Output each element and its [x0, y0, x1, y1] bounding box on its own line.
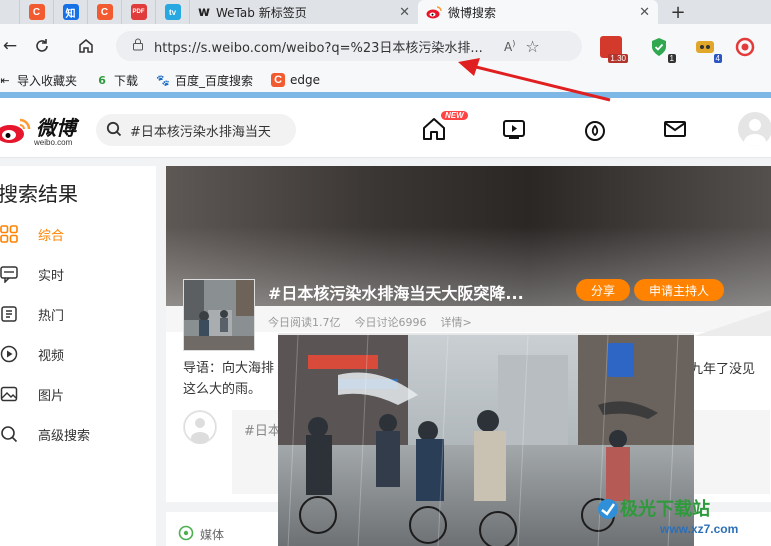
topic-intro: 导语：向大海排 这么大的雨。 [183, 358, 283, 400]
tab-bilibili[interactable]: tv [156, 0, 190, 24]
grid-icon [0, 225, 18, 243]
sidebar-title: 搜索结果 [0, 182, 78, 206]
compose-prefill: #日本 [244, 424, 281, 439]
search-icon [1, 426, 18, 443]
sidebar-item-comprehensive[interactable]: 综合 [0, 222, 64, 246]
intro-line-1: 导语：向大海排 [183, 361, 275, 376]
sidebar-item-advanced-search[interactable]: 高级搜索 [0, 422, 90, 446]
search-icon[interactable] [106, 121, 122, 140]
favorite-star-icon[interactable]: ☆ [525, 37, 539, 56]
address-url[interactable]: https://s.weibo.com/weibo?q=%23日本核污染水排..… [154, 37, 494, 56]
media-label: 媒体 [200, 528, 225, 542]
home-nav-icon[interactable] [421, 116, 447, 142]
image-icon [0, 386, 18, 402]
bookmarks-bar: ⇤ 导入收藏夹 6 下载 🐾 百度_百度搜索 C edge [0, 68, 771, 92]
weibo-logo-icon [426, 5, 442, 19]
bookmark-import[interactable]: ⇤ 导入收藏夹 [0, 72, 77, 89]
chat-icon [0, 266, 18, 283]
tab-pdf[interactable]: PDF [122, 0, 156, 24]
weibo-eye-logo-icon [0, 118, 31, 143]
topic-stats: 今日阅读1.7亿 今日讨论6996 详情> [268, 314, 472, 330]
hot-icon [1, 306, 17, 322]
zhihu-logo-icon: 知 [62, 4, 79, 20]
bookmark-edge[interactable]: C edge [271, 73, 320, 87]
tab-title: WeTab 新标签页 [216, 5, 307, 20]
extension-1-icon[interactable]: 1.30 [600, 36, 628, 63]
search-box[interactable] [96, 114, 296, 146]
topic-thumbnail[interactable] [183, 279, 255, 351]
home-icon[interactable] [64, 24, 108, 68]
new-badge: NEW [441, 111, 468, 120]
apply-host-button[interactable]: 申请主持人 [634, 279, 724, 301]
browser-tab-strip: C 知 C PDF tv ᴡ WeTab 新标签页 ✕ 微博搜索 ✕ + [0, 0, 771, 24]
extension-shield-icon[interactable]: 1 [648, 36, 676, 63]
c-logo-icon: C [271, 73, 286, 87]
tab-zhihu[interactable]: 知 [54, 0, 88, 24]
sidebar-item-hot[interactable]: 热门 [0, 302, 64, 326]
watermark-logo-icon [596, 497, 620, 524]
bookmark-baidu[interactable]: 🐾 百度_百度搜索 [156, 72, 253, 89]
share-button[interactable]: 分享 [576, 279, 630, 301]
address-bar[interactable]: https://s.weibo.com/weibo?q=%23日本核污染水排..… [116, 31, 582, 61]
message-nav-icon[interactable] [662, 116, 688, 142]
read-stat: 今日阅读1.7亿 [268, 316, 341, 329]
watermark-url: www.xz7.com [660, 522, 739, 536]
sidebar-item-realtime[interactable]: 实时 [0, 262, 64, 286]
c-logo-icon: C [28, 4, 45, 20]
tab-weibo-search[interactable]: 微博搜索 ✕ [418, 0, 658, 24]
pinned-tab-left-edge[interactable] [0, 0, 20, 24]
download-site-icon: 6 [98, 73, 106, 87]
watermark-text: 极光下载站 [620, 499, 710, 520]
detail-link[interactable]: 详情> [441, 314, 472, 330]
extension-tampermonkey-icon[interactable]: 4 [694, 36, 722, 63]
tab-c-1[interactable]: C [20, 0, 54, 24]
read-aloud-icon[interactable]: A) [504, 39, 515, 54]
topic-title[interactable]: #日本核污染水排海当天大阪突降... [268, 280, 524, 304]
pdf-icon: PDF [130, 4, 147, 20]
sidebar-item-image[interactable]: 图片 [0, 382, 64, 406]
extension-target-icon[interactable] [734, 36, 756, 58]
bookmark-download[interactable]: 6 下载 [95, 72, 138, 89]
tab-title: 微博搜索 [448, 5, 497, 20]
c-logo-icon: C [96, 4, 113, 20]
wetab-logo-icon: ᴡ [198, 4, 211, 20]
intro-line-tail: 九年了没见 [690, 362, 756, 377]
sidebar-item-video[interactable]: 视频 [0, 342, 64, 366]
weibo-logo[interactable]: 微博 weibo.com [0, 112, 90, 148]
tab-c-2[interactable]: C [88, 0, 122, 24]
user-avatar[interactable] [738, 112, 771, 146]
discuss-stat: 今日讨论6996 [354, 316, 427, 329]
lock-icon[interactable] [132, 38, 144, 55]
commenter-avatar[interactable] [183, 410, 217, 444]
new-tab-button[interactable]: + [658, 0, 698, 24]
close-icon[interactable]: ✕ [399, 5, 410, 20]
play-icon [0, 345, 18, 363]
close-icon[interactable]: ✕ [639, 5, 650, 20]
tab-wetab[interactable]: ᴡ WeTab 新标签页 ✕ [190, 0, 418, 24]
import-icon: ⇤ [0, 73, 10, 87]
intro-line-2: 这么大的雨。 [183, 382, 262, 397]
discover-nav-icon[interactable] [582, 116, 608, 142]
search-input[interactable] [130, 122, 290, 138]
baidu-paw-icon: 🐾 [156, 73, 170, 87]
search-sidebar: 搜索结果 综合 实时 热门 视频 图片 高级搜索 [0, 166, 156, 546]
media-icon [178, 525, 194, 544]
weibo-header: 微博 weibo.com NEW [0, 98, 771, 158]
back-icon[interactable]: ← [0, 24, 20, 68]
tv-icon: tv [164, 4, 181, 20]
video-nav-icon[interactable] [501, 116, 527, 142]
refresh-icon[interactable] [20, 24, 64, 68]
